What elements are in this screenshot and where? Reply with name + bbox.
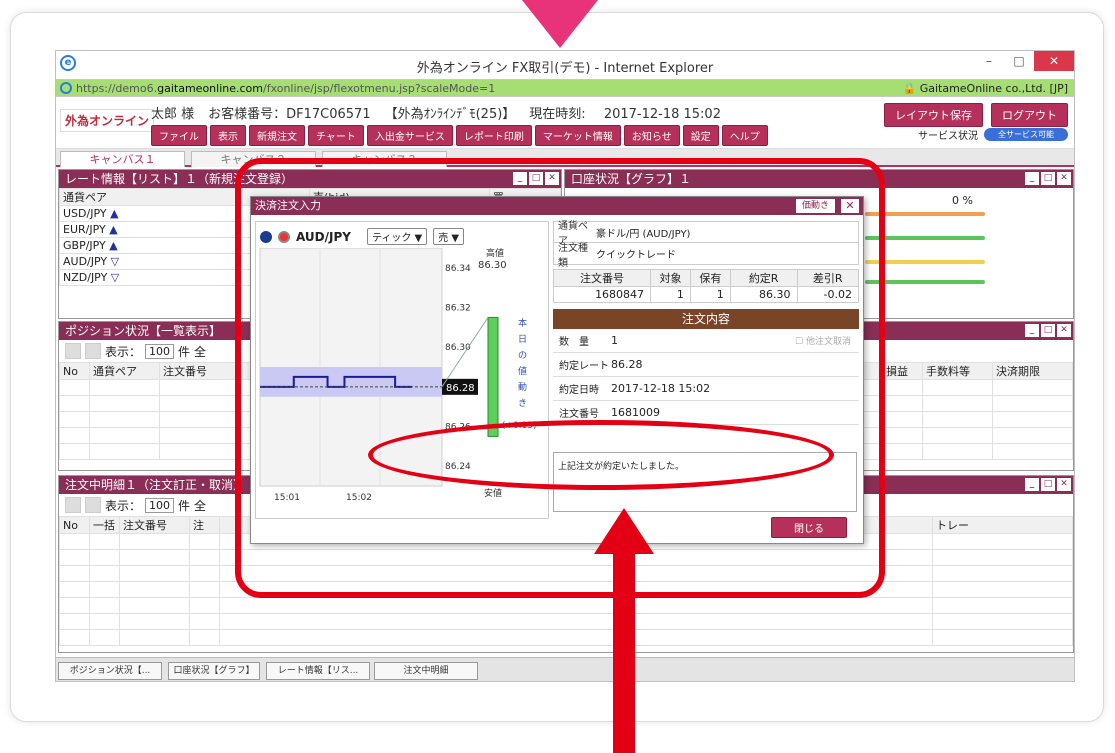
detail-order-no: 注文番号 1681009 <box>553 401 859 425</box>
detail-qty: 数 量 1 ☐ 他注文取消 <box>553 329 859 353</box>
cancel-other-checkbox[interactable]: ☐ 他注文取消 <box>795 334 851 347</box>
title-bar: e 外為オンライン FX取引(デモ) - Internet Explorer –… <box>56 51 1074 79</box>
ie-page-icon <box>60 82 72 94</box>
canvas-tabs: キャンバス１ キャンバス２ キャンバス３ <box>56 149 1074 167</box>
y-tick-label: 86.32 <box>445 304 471 314</box>
logout-button[interactable]: ログアウト <box>991 103 1068 127</box>
next-page-button[interactable] <box>85 343 101 359</box>
menu-item-2[interactable]: 新規注文 <box>249 125 305 146</box>
layout-save-button[interactable]: レイアウト保存 <box>884 103 983 127</box>
window-title: 外為オンライン FX取引(デモ) - Internet Explorer <box>416 61 714 76</box>
bottom-tabs: ポジション状況【... 口座状況【グラフ】 レート情報【リス... 注文中明細 <box>56 657 1074 681</box>
tab-canvas-3[interactable]: キャンバス３ <box>322 151 447 167</box>
minimize-button[interactable]: – <box>974 51 1004 71</box>
dialog-title: 決済注文入力 <box>255 199 321 212</box>
pair-label: AUD/JPY <box>296 229 351 244</box>
result-message: 上記注文が約定いたしました。 <box>553 452 857 512</box>
vertical-note-char: 本 <box>518 317 527 329</box>
brand-logo: 外為オンライン <box>60 109 155 132</box>
bottom-tab-rate[interactable]: レート情報【リス... <box>266 662 370 680</box>
service-status: サービス状況 全サービス可能 <box>918 127 1068 142</box>
prev-page-button[interactable] <box>65 343 81 359</box>
app-header: 外為オンライン 太郎 様お客様番号：DF17C06571 【外為ｵﾝﾗｲﾝﾃﾞﾓ(… <box>56 97 1074 149</box>
x-tick-label: 15:02 <box>346 493 372 503</box>
close-window-button[interactable]: ✕ <box>1034 51 1074 71</box>
y-tick-label: 86.24 <box>445 462 471 472</box>
detail-time: 約定日時 2017-12-18 15:02 <box>553 377 859 401</box>
menu-item-7[interactable]: お知らせ <box>623 125 680 146</box>
pointer-arrow-bottom <box>594 508 654 753</box>
menu-item-4[interactable]: 入出金サービス <box>366 125 453 146</box>
dialog-close-icon[interactable]: ✕ <box>841 199 859 213</box>
settle-order-table: 注文番号 対象 保有 約定R 差引R 1680847 1 1 86.30 -0.02 <box>552 269 859 303</box>
menu-item-1[interactable]: 表示 <box>210 125 246 146</box>
pointer-arrow-top <box>522 0 598 48</box>
change-label: (+0.15) <box>502 421 537 431</box>
maximize-button[interactable]: □ <box>1004 51 1034 71</box>
position-count-input[interactable]: 100 <box>145 343 175 359</box>
url-text[interactable]: https://demo6.gaitameonline.com/fxonline… <box>76 82 495 95</box>
current-price-label: 86.28 <box>446 383 475 394</box>
vertical-note-char: の <box>518 351 527 361</box>
settlement-order-dialog: 決済注文入力 価動き ✕ AUD/JPY ティック ▼ 売 ▼ 86.34 86.32… <box>250 196 864 544</box>
bottom-tab-orders[interactable]: 注文中明細 <box>374 662 478 680</box>
main-menu: ファイル 表示 新規注文 チャート 入出金サービス レポート印刷 マーケット情報 お知らせ 設定… <box>151 125 768 146</box>
menu-item-6[interactable]: マーケット情報 <box>534 125 621 146</box>
side-select[interactable]: 売 ▼ <box>433 228 465 245</box>
currency-flag-icon <box>260 230 272 243</box>
high-label: 高値 <box>486 248 504 259</box>
vertical-note-char: 日 <box>518 334 527 345</box>
low-label: 安値 <box>484 487 502 499</box>
order-next-page-button[interactable] <box>85 497 101 513</box>
bottom-tab-account[interactable]: 口座状況【グラフ】 <box>168 662 260 680</box>
detail-header: 注文内容 <box>553 309 859 329</box>
close-dialog-button[interactable]: 閉じる <box>771 517 847 538</box>
account-info: 太郎 様お客様番号：DF17C06571 【外為ｵﾝﾗｲﾝﾃﾞﾓ(25)】 現在時刻… <box>151 107 721 122</box>
high-value: 86.30 <box>478 260 507 271</box>
menu-item-0[interactable]: ファイル <box>151 125 207 146</box>
info-row-pair: 通貨ペア 豪ドル/円 (AUD/JPY) <box>553 221 859 247</box>
menu-item-8[interactable]: 設定 <box>682 125 719 146</box>
range-band <box>260 367 442 397</box>
detail-rate: 約定レート 86.28 <box>553 353 859 377</box>
tick-chart: 86.3486.3286.3086.2886.2686.2486.2815:01… <box>259 248 537 503</box>
tab-canvas-1[interactable]: キャンバス１ <box>60 151 185 167</box>
radio-icon[interactable] <box>278 230 290 243</box>
vertical-note-char: 値 <box>518 365 527 377</box>
move-button[interactable]: 価動き <box>795 199 835 213</box>
vertical-note-char: き <box>518 398 527 409</box>
y-tick-label: 86.34 <box>445 264 471 274</box>
menu-item-9[interactable]: ヘルプ <box>721 125 768 146</box>
tab-canvas-2[interactable]: キャンバス２ <box>191 151 316 167</box>
menu-item-5[interactable]: レポート印刷 <box>455 125 532 146</box>
order-prev-page-button[interactable] <box>65 497 81 513</box>
chart-mode-select[interactable]: ティック ▼ <box>366 228 428 245</box>
y-tick-label: 86.26 <box>445 423 471 433</box>
tick-chart-panel: AUD/JPY ティック ▼ 売 ▼ 86.34 86.32 86.30 86.28 8… <box>255 221 549 519</box>
info-row-type: 注文種類 クイックトレード <box>553 243 859 269</box>
account-percent: 0 % <box>952 194 973 207</box>
menu-item-3[interactable]: チャート <box>308 125 364 146</box>
bottom-tab-position[interactable]: ポジション状況【... <box>58 662 162 680</box>
vertical-note-char: 動 <box>518 382 527 393</box>
range-bar <box>487 316 499 437</box>
order-count-input[interactable]: 100 <box>145 497 175 513</box>
address-bar[interactable]: https://demo6.gaitameonline.com/fxonline… <box>56 79 1074 97</box>
x-tick-label: 15:01 <box>274 493 300 503</box>
order-info: 通貨ペア 豪ドル/円 (AUD/JPY) 注文種類 クイックトレード 注文番号 対象保… <box>552 221 859 425</box>
certificate-label[interactable]: 🔒 GaitameOnline co.,Ltd. [JP] <box>903 82 1069 95</box>
